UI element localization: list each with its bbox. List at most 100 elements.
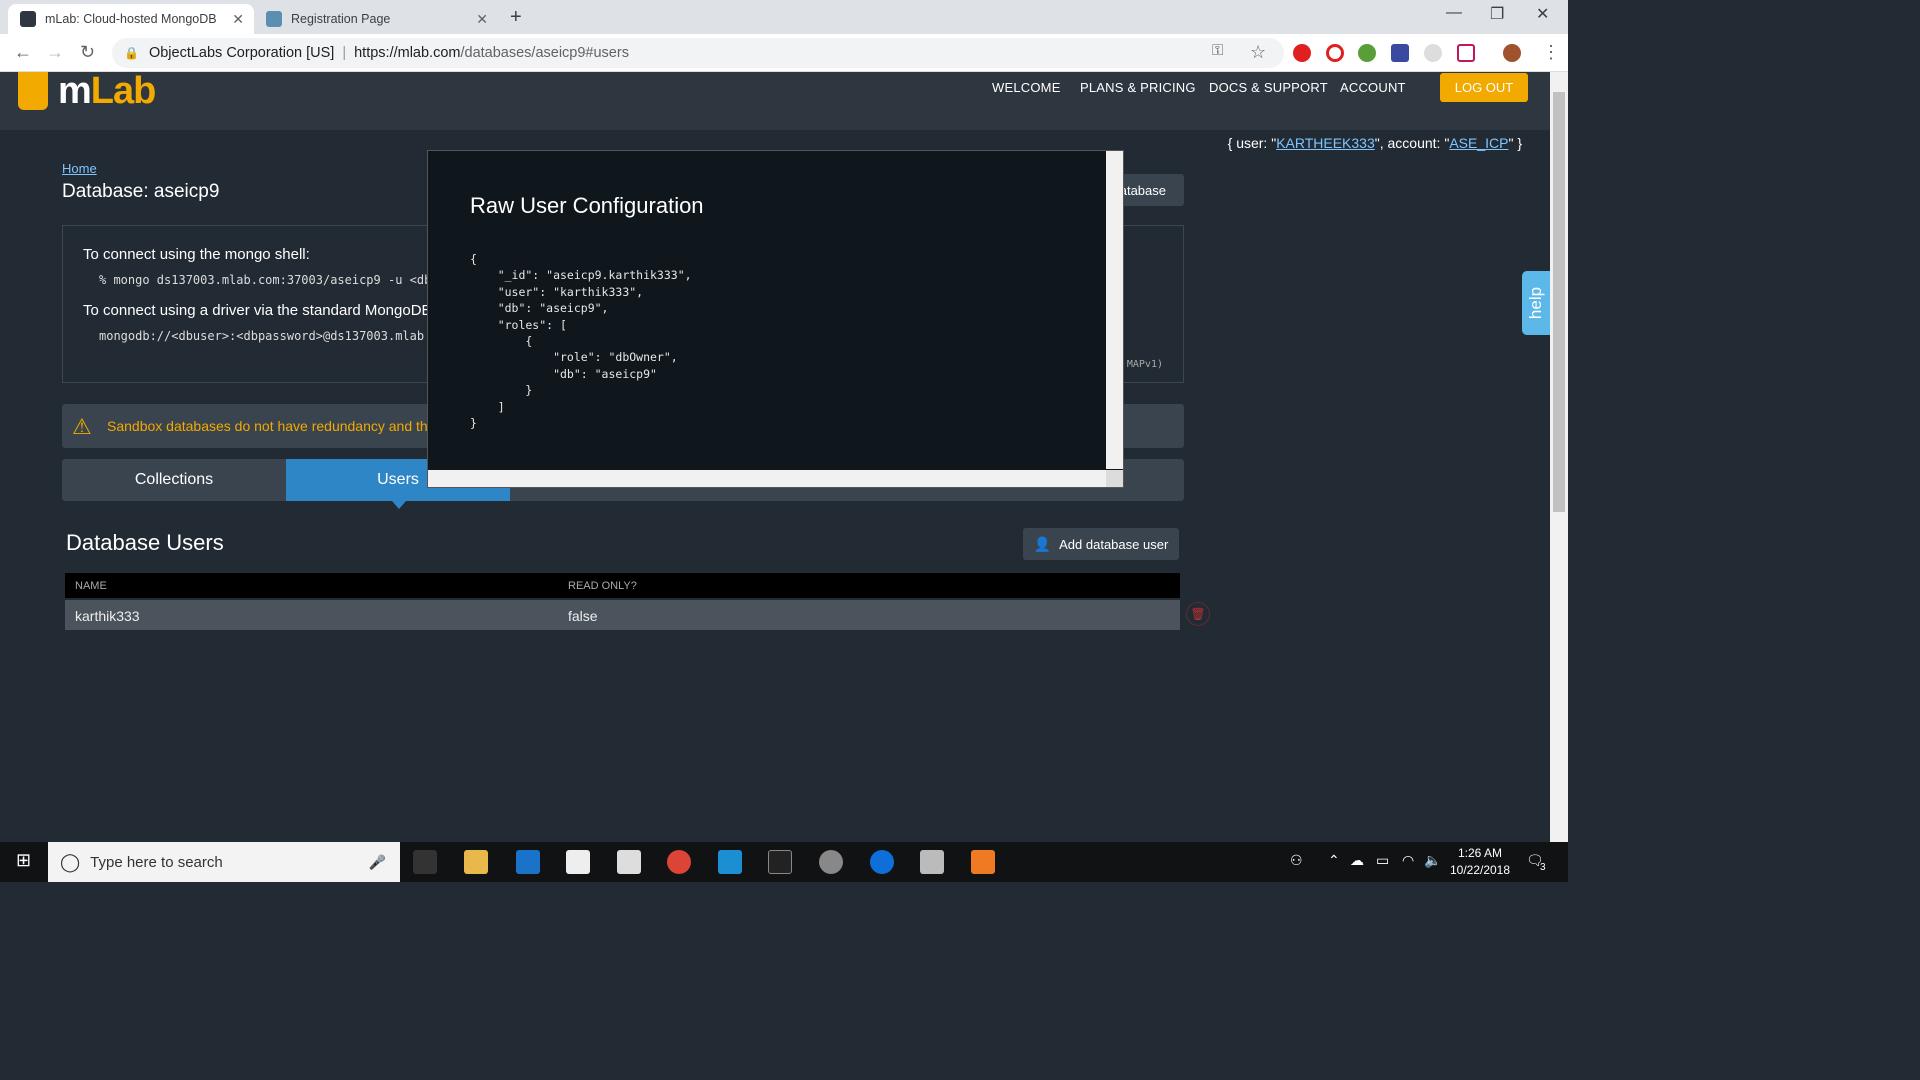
opera-extension-icon[interactable] [1293,44,1311,62]
modal-resize-corner[interactable] [1106,470,1123,487]
page-scrollbar[interactable] [1550,72,1568,842]
pocket-extension-icon[interactable] [1457,44,1475,62]
nav-docs-support[interactable]: DOCS & SUPPORT [1209,80,1328,95]
add-database-user-button[interactable]: 👤 Add database user [1023,528,1179,560]
modal-vertical-scrollbar[interactable] [1106,151,1123,469]
people-icon[interactable]: ⚇ [1290,852,1303,869]
close-tab-icon[interactable]: ✕ [232,11,244,28]
delete-user-icon[interactable]: 🗑 [1186,602,1210,626]
taskbar-clock[interactable]: 1:26 AM 10/22/2018 [1440,845,1520,879]
restore-button[interactable]: ❐ [1490,4,1504,24]
table-row[interactable]: karthik333 false [65,600,1180,630]
separator: | [342,45,347,61]
chevron-up-icon[interactable]: ⌃ [1328,852,1340,869]
modal-horizontal-scrollbar[interactable] [428,470,1106,487]
tab-title: Registration Page [291,12,391,26]
driver-connect-title: To connect using a driver via the standa… [83,302,447,319]
menu-icon[interactable]: ⋮ [1542,42,1560,63]
edge-icon[interactable] [516,850,540,874]
add-user-label: Add database user [1059,536,1169,552]
users-heading: Database Users [66,530,224,555]
nav-account[interactable]: ACCOUNT [1340,80,1406,95]
user-link[interactable]: KARTHEEK333 [1276,135,1375,151]
back-button[interactable]: ← [14,42,32,63]
user-line-text: " } [1508,135,1522,151]
url-host: https://mlab.com [354,45,461,61]
read-only-cell: false [568,608,598,624]
logo-lab: Lab [90,70,157,112]
terminal-icon[interactable] [768,850,792,874]
logo-text: mLab [58,72,156,110]
site-identity: ObjectLabs Corporation [US] [148,45,335,61]
minimize-button[interactable]: — [1446,4,1462,22]
user-account-line: { user: "KARTHEEK333", account: "ASE_ICP… [1228,135,1522,151]
mlab-logo[interactable]: mLab [18,72,156,110]
site-header: mLab WELCOME PLANS & PRICING DOCS & SUPP… [0,72,1550,130]
driver-connect-uri: mongodb://<dbuser>:<dbpassword>@ds137003… [99,329,425,343]
scrollbar-thumb[interactable] [1553,92,1565,512]
browser-tab-mlab[interactable]: mLab: Cloud-hosted MongoDB ✕ [8,4,254,34]
user-line-text: ", account: " [1374,135,1450,151]
breadcrumb-home-link[interactable]: Home [62,161,97,176]
app-icon[interactable] [971,850,995,874]
extension-icon[interactable] [1424,44,1442,62]
volume-icon[interactable]: 🔈 [1424,852,1441,869]
account-link[interactable]: ASE_ICP [1449,135,1508,151]
taskbar-search[interactable]: ◯ Type here to search 🎤 [48,842,400,882]
play-extension-icon[interactable] [1326,44,1344,62]
shell-connect-command: % mongo ds137003.mlab.com:37003/aseicp9 … [99,273,439,287]
nav-plans-pricing[interactable]: PLANS & PRICING [1080,80,1196,95]
user-name-cell: karthik333 [75,608,140,624]
user-line-text: { user: " [1227,135,1277,151]
search-placeholder: Type here to search [90,853,223,871]
teamviewer-icon[interactable] [870,850,894,874]
mlab-favicon-icon [20,11,36,27]
new-tab-button[interactable]: + [510,6,522,29]
reload-button[interactable]: ↻ [80,42,95,63]
app-icon[interactable] [920,850,944,874]
task-view-icon[interactable] [413,850,437,874]
profile-avatar[interactable] [1503,44,1521,62]
tab-collections[interactable]: Collections [62,459,286,501]
help-tab[interactable]: help [1522,271,1550,335]
url-path: /databases/aseicp9#users [460,45,629,61]
address-bar: ← → ↻ 🔒 ObjectLabs Corporation [US] | ht… [0,34,1568,72]
user-config-json: { "_id": "aseicp9.karthik333", "user": "… [470,252,692,431]
window-close-button[interactable]: ✕ [1536,4,1549,24]
settings-gear-icon[interactable] [819,850,843,874]
lock-icon: 🔒 [124,46,139,60]
battery-icon[interactable]: ▭ [1376,852,1389,869]
windows-start-icon[interactable]: ⊞ [16,850,31,871]
key-icon[interactable]: ⚿ [1212,42,1223,59]
close-tab-icon[interactable]: ✕ [476,11,488,28]
wifi-icon[interactable]: ◠ [1402,852,1414,869]
users-table-header: NAME READ ONLY? [65,573,1180,598]
add-user-icon: 👤 [1033,535,1052,552]
browser-tab-bar: mLab: Cloud-hosted MongoDB ✕ Registratio… [0,0,1568,34]
windows-taskbar: ⊞ ◯ Type here to search 🎤 ⚇ ⌃ ☁ ▭ ◠ 🔈 1:… [0,842,1568,882]
browser-tab-registration[interactable]: Registration Page ✕ [254,4,498,34]
logout-button[interactable]: LOG OUT [1440,73,1528,102]
clock-date: 10/22/2018 [1449,863,1511,877]
forward-button[interactable]: → [46,42,64,63]
page-favicon-icon [266,11,282,27]
bookmark-star-icon[interactable]: ☆ [1250,42,1266,63]
mlab-logo-icon [18,72,48,110]
logo-m: m [58,70,92,112]
webstorm-icon[interactable] [718,850,742,874]
file-explorer-icon[interactable] [464,850,488,874]
chrome-icon[interactable] [667,850,691,874]
nav-welcome[interactable]: WELCOME [992,80,1061,95]
omnibox[interactable]: 🔒 ObjectLabs Corporation [US] | https://… [112,38,1284,68]
page-title: Database: aseicp9 [62,181,220,202]
cortana-icon: ◯ [60,851,81,872]
onedrive-icon[interactable]: ☁ [1350,852,1364,869]
microphone-icon[interactable]: 🎤 [369,854,386,871]
url-text: https://mlab.com/databases/aseicp9#users [354,45,629,61]
raw-user-config-modal: Raw User Configuration { "_id": "aseicp9… [427,150,1124,488]
modal-title: Raw User Configuration [470,193,704,218]
store-icon[interactable] [566,850,590,874]
z-extension-icon[interactable] [1391,44,1409,62]
extension-icon[interactable] [1358,44,1376,62]
mail-icon[interactable] [617,850,641,874]
